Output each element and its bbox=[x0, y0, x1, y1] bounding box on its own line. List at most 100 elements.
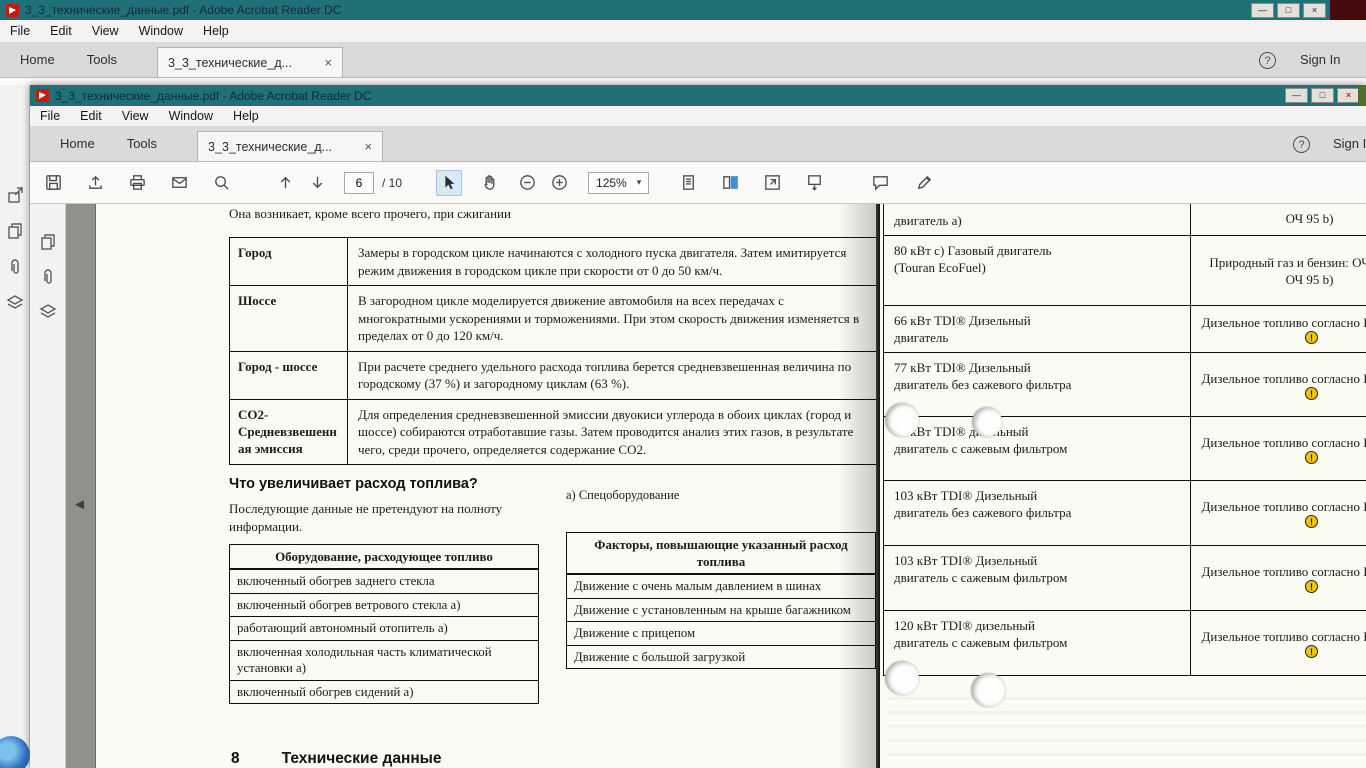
minimize-button[interactable]: — bbox=[1285, 88, 1308, 103]
fullscreen-icon[interactable] bbox=[759, 170, 785, 196]
table-row: включенная холодильная часть климатическ… bbox=[230, 641, 538, 681]
share-icon[interactable] bbox=[82, 170, 108, 196]
page-paragraph: Последующие данные не претендуют на полн… bbox=[229, 500, 534, 535]
page-number-input[interactable] bbox=[344, 172, 374, 194]
menu-file[interactable]: File bbox=[0, 20, 40, 42]
warning-icon: ! bbox=[1305, 451, 1318, 464]
table-row: 80 кВт c) Газовый двигатель (Touran EcoF… bbox=[884, 236, 1366, 306]
menu-help[interactable]: Help bbox=[223, 106, 269, 126]
table-row: работающий автономный отопитель a) bbox=[230, 617, 538, 641]
help-icon[interactable]: ? bbox=[1259, 52, 1276, 69]
help-icon[interactable]: ? bbox=[1293, 136, 1310, 153]
menu-edit[interactable]: Edit bbox=[70, 106, 112, 126]
table-row: включенный обогрев ветрового стекла a) bbox=[230, 594, 538, 618]
select-tool-icon[interactable] bbox=[436, 170, 462, 196]
table-row: 120 кВт TDI® дизельный двигатель с сажев… bbox=[884, 611, 1366, 676]
zoom-out-icon[interactable] bbox=[514, 170, 540, 196]
menu-view[interactable]: View bbox=[82, 20, 129, 42]
fuel-cell: Дизельное топливо согласно EN 590 ⇒! bbox=[1191, 611, 1366, 675]
menu-file[interactable]: File bbox=[30, 106, 70, 126]
export-icon[interactable] bbox=[5, 185, 25, 205]
search-icon[interactable] bbox=[208, 170, 234, 196]
row-label: Город bbox=[230, 238, 348, 285]
email-icon[interactable] bbox=[166, 170, 192, 196]
binder-hole bbox=[972, 407, 1002, 437]
menu-edit[interactable]: Edit bbox=[40, 20, 82, 42]
paperclip-icon[interactable] bbox=[38, 267, 58, 287]
row-text: При расчете среднего удельного расхода т… bbox=[348, 352, 876, 399]
table-header: Оборудование, расходующее топливо bbox=[230, 545, 538, 570]
binder-hole bbox=[885, 661, 919, 695]
chevron-down-icon: ▾ bbox=[637, 177, 642, 188]
section-number: 8 bbox=[231, 750, 240, 768]
tab-close-icon[interactable]: × bbox=[324, 55, 332, 70]
outer-tabbar: Home Tools 3_3_технические_д... × ? Sign… bbox=[0, 42, 1366, 78]
page-count-label: / 10 bbox=[382, 176, 402, 190]
outer-sidebar bbox=[0, 85, 30, 768]
outer-titlebar: 3_3_технические_данные.pdf - Adobe Acrob… bbox=[0, 0, 1366, 20]
restore-button[interactable]: □ bbox=[1311, 88, 1334, 103]
section-title: Технические данные bbox=[282, 750, 442, 768]
row-label: Шоссе bbox=[230, 286, 348, 351]
page-thumbnails-icon[interactable] bbox=[5, 221, 25, 241]
engine-cell: двигатель a) bbox=[884, 204, 1191, 235]
page-fold-line bbox=[876, 204, 880, 768]
tab-close-icon[interactable]: × bbox=[364, 139, 372, 154]
fuel-cell: Дизельное топливо согласно EN 590 ⇒! bbox=[1191, 306, 1366, 352]
minimize-button[interactable]: — bbox=[1251, 3, 1274, 18]
warning-icon: ! bbox=[1305, 515, 1318, 528]
inner-window: 3_3_технические_данные.pdf - Adobe Acrob… bbox=[30, 85, 1366, 768]
document-tab[interactable]: 3_3_технические_д... × bbox=[157, 47, 343, 77]
table-row: Город Замеры в городском цикле начинаютс… bbox=[230, 238, 876, 286]
paperclip-icon[interactable] bbox=[5, 257, 25, 277]
fuel-cell: Дизельное топливо согласно EN 590 ⇒! bbox=[1191, 353, 1366, 416]
menu-window[interactable]: Window bbox=[159, 106, 223, 126]
zoom-level-select[interactable]: 125% ▾ bbox=[588, 172, 649, 194]
tab-tools[interactable]: Tools bbox=[111, 136, 173, 161]
previous-page-icon[interactable] bbox=[272, 170, 298, 196]
layers-icon[interactable] bbox=[5, 293, 25, 313]
table-row: Шоссе В загородном цикле моделируется дв… bbox=[230, 286, 876, 352]
tab-home[interactable]: Home bbox=[4, 52, 71, 77]
document-tab[interactable]: 3_3_технические_д... × bbox=[197, 131, 383, 161]
fuel-cell: Природный газ и бензин: ОЧ 98 или ОЧ 95 … bbox=[1191, 236, 1366, 305]
warning-icon: ! bbox=[1305, 580, 1318, 593]
comment-icon[interactable] bbox=[867, 170, 893, 196]
fill-sign-pencil-icon[interactable] bbox=[911, 170, 937, 196]
engine-cell: 66 кВт TDI® Дизельный двигатель bbox=[884, 306, 1191, 352]
close-button[interactable]: × bbox=[1303, 3, 1326, 18]
print-icon[interactable] bbox=[124, 170, 150, 196]
tab-home[interactable]: Home bbox=[44, 136, 111, 161]
layers-icon[interactable] bbox=[38, 302, 58, 322]
warning-icon: ! bbox=[1305, 331, 1318, 344]
sign-in-link[interactable]: Sign In bbox=[1300, 52, 1340, 67]
engine-fuel-table: двигатель a) ОЧ 95 b) 80 кВт c) Газовый … bbox=[883, 204, 1366, 676]
zoom-in-icon[interactable] bbox=[546, 170, 572, 196]
section-heading: 8 Технические данные bbox=[231, 750, 442, 768]
menu-window[interactable]: Window bbox=[129, 20, 193, 42]
next-page-icon[interactable] bbox=[304, 170, 330, 196]
table-row: 103 кВт TDI® Дизельный двигатель с сажев… bbox=[884, 546, 1366, 611]
fuel-cell: Дизельное топливо согласно EN 590 ⇒! bbox=[1191, 546, 1366, 610]
page-thumbnails-icon[interactable] bbox=[38, 232, 58, 252]
navigation-pane bbox=[30, 204, 66, 768]
save-icon[interactable] bbox=[40, 170, 66, 196]
engine-cell: 80 кВт c) Газовый двигатель (Touran EcoF… bbox=[884, 236, 1191, 305]
previous-page-arrow[interactable]: ◄ bbox=[72, 496, 87, 513]
document-toolbar: / 10 125% ▾ bbox=[30, 162, 1366, 204]
acrobat-pdf-icon bbox=[6, 4, 19, 17]
menu-view[interactable]: View bbox=[112, 106, 159, 126]
sign-in-link[interactable]: Sign In bbox=[1333, 136, 1366, 151]
restore-button[interactable]: □ bbox=[1277, 3, 1300, 18]
close-button[interactable]: × bbox=[1337, 88, 1360, 103]
menu-help[interactable]: Help bbox=[193, 20, 239, 42]
tab-tools[interactable]: Tools bbox=[71, 52, 133, 77]
row-text: В загородном цикле моделируется движение… bbox=[348, 286, 876, 351]
outer-menubar: File Edit View Window Help bbox=[0, 20, 1366, 42]
scroll-mode-icon[interactable] bbox=[801, 170, 827, 196]
single-page-view-icon[interactable] bbox=[675, 170, 701, 196]
desktop-wallpaper-sliver bbox=[1358, 85, 1366, 106]
hand-tool-icon[interactable] bbox=[476, 170, 502, 196]
document-view[interactable]: ◄ Она возникает, кроме всего прочего, пр… bbox=[66, 204, 1366, 768]
two-page-view-icon[interactable] bbox=[717, 170, 743, 196]
